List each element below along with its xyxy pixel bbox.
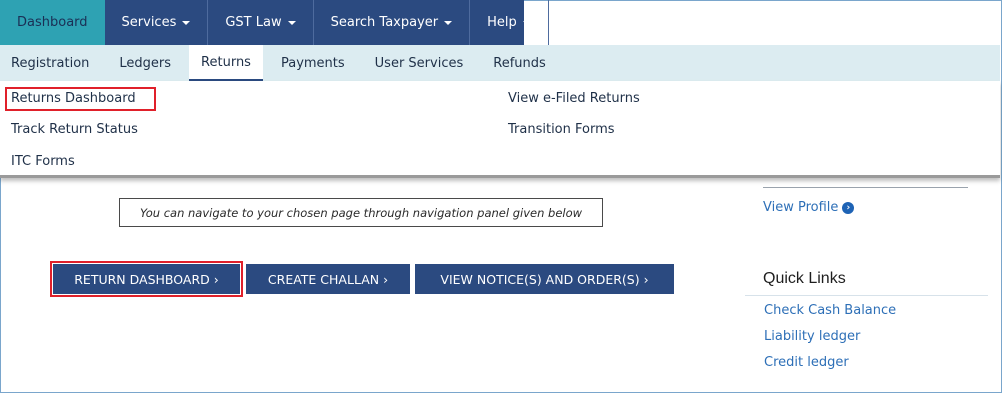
- chevron-down-icon: [522, 20, 531, 25]
- chevron-down-icon: [444, 20, 453, 25]
- subnav-refunds[interactable]: Refunds: [481, 45, 558, 81]
- nav-search-taxpayer[interactable]: Search Taxpayer: [314, 0, 471, 45]
- view-notices-orders-button[interactable]: VIEW NOTICE(S) AND ORDER(S) ›: [415, 264, 674, 294]
- menu-item-returns-dashboard[interactable]: Returns Dashboard: [5, 87, 156, 111]
- nav-search-taxpayer-label: Search Taxpayer: [330, 15, 439, 30]
- chevron-down-icon: [287, 20, 296, 25]
- view-profile-link[interactable]: View Profile ›: [763, 200, 855, 215]
- subnav-ledgers[interactable]: Ledgers: [107, 45, 183, 81]
- sidebar-divider: [763, 187, 968, 188]
- quick-link-check-cash-balance[interactable]: Check Cash Balance: [764, 303, 896, 318]
- menu-item-itc-forms[interactable]: ITC Forms: [11, 154, 75, 169]
- nav-gst-law-label: GST Law: [225, 15, 282, 30]
- view-profile-label: View Profile: [763, 200, 839, 215]
- return-dashboard-button[interactable]: RETURN DASHBOARD ›: [53, 264, 240, 294]
- subnav-user-services[interactable]: User Services: [363, 45, 476, 81]
- nav-help[interactable]: Help: [470, 0, 549, 45]
- nav-services-label: Services: [121, 15, 177, 30]
- create-challan-button[interactable]: CREATE CHALLAN ›: [246, 264, 410, 294]
- nav-dashboard[interactable]: Dashboard: [0, 0, 105, 45]
- returns-dropdown-menu: Returns Dashboard Track Return Status IT…: [0, 81, 1000, 178]
- quick-links-title: Quick Links: [763, 270, 846, 287]
- menu-item-transition-forms[interactable]: Transition Forms: [508, 122, 615, 137]
- nav-gst-law[interactable]: GST Law: [208, 0, 314, 45]
- nav-services[interactable]: Services: [105, 0, 209, 45]
- quick-link-liability-ledger[interactable]: Liability ledger: [764, 329, 860, 344]
- sub-navigation: Registration Ledgers Returns Payments Us…: [0, 45, 1000, 81]
- circle-arrow-right-icon: ›: [842, 201, 855, 214]
- nav-dashboard-label: Dashboard: [17, 15, 88, 30]
- chevron-down-icon: [182, 20, 191, 25]
- quick-link-credit-ledger[interactable]: Credit ledger: [764, 355, 849, 370]
- menu-item-view-efiled-returns[interactable]: View e-Filed Returns: [508, 91, 640, 106]
- navigation-hint-text: You can navigate to your chosen page thr…: [139, 205, 583, 220]
- top-navigation: Dashboard Services GST Law Search Taxpay…: [0, 0, 549, 45]
- quick-links-divider: [745, 295, 988, 296]
- subnav-registration[interactable]: Registration: [0, 45, 101, 81]
- menu-item-track-return-status[interactable]: Track Return Status: [11, 122, 138, 137]
- navigation-hint-message: You can navigate to your chosen page thr…: [119, 198, 603, 227]
- subnav-returns[interactable]: Returns: [189, 45, 263, 81]
- subnav-payments[interactable]: Payments: [269, 45, 357, 81]
- nav-help-label: Help: [487, 15, 517, 30]
